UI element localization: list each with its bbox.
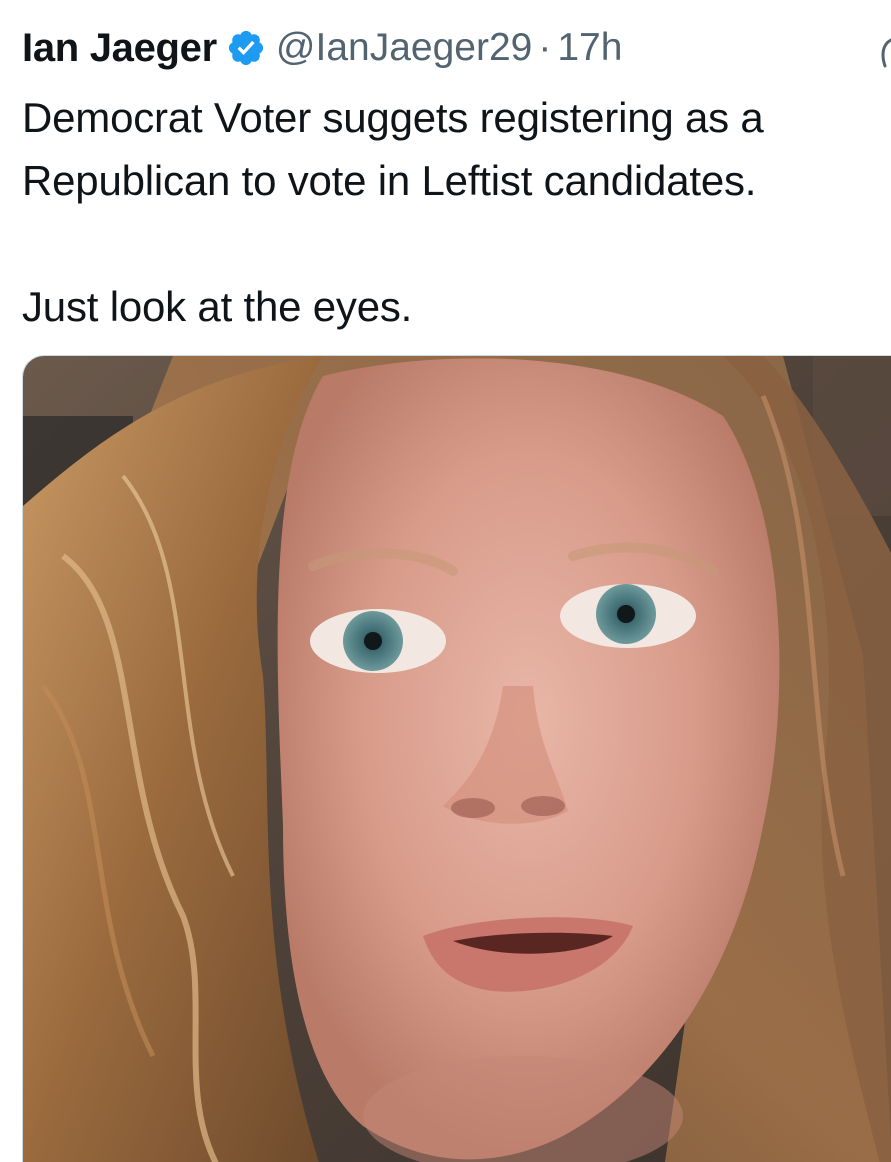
- author-name[interactable]: Ian Jaeger: [22, 26, 217, 71]
- separator-dot: ·: [538, 26, 552, 69]
- verified-badge-icon: [228, 30, 263, 66]
- tweet-card[interactable]: Ian Jaeger @IanJaeger29 · 17h Democrat V…: [0, 0, 891, 1162]
- photo-icon: [23, 356, 891, 1162]
- tweet-text: Democrat Voter suggets registering as a …: [22, 94, 764, 330]
- more-icon[interactable]: [875, 36, 891, 72]
- tweet-timestamp[interactable]: 17h: [557, 26, 622, 70]
- tweet-media[interactable]: [22, 355, 891, 1162]
- author-handle[interactable]: @IanJaeger29: [276, 26, 532, 70]
- tweet-header: Ian Jaeger @IanJaeger29 · 17h: [22, 22, 622, 74]
